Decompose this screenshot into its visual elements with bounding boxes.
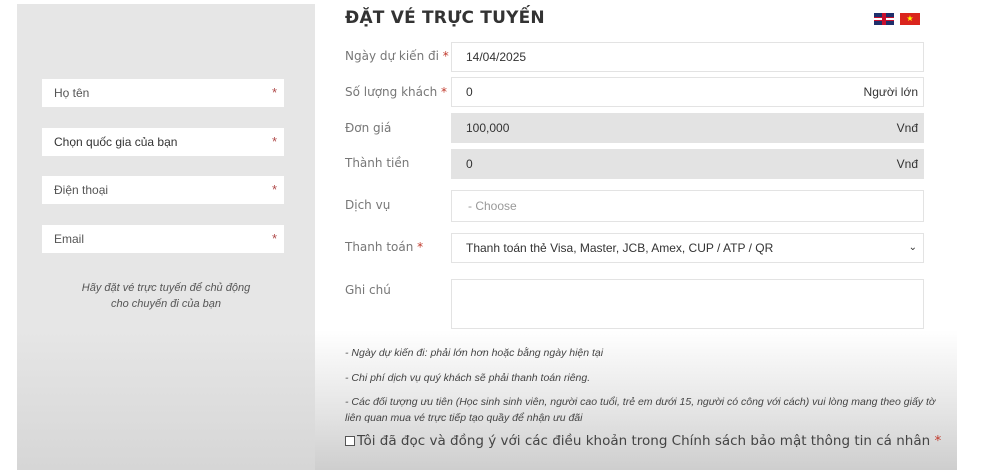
placeholder: Họ tên <box>54 86 90 100</box>
service-label: Dịch vụ <box>345 198 391 212</box>
value: 0 <box>466 85 473 99</box>
required-mark: * <box>417 240 424 254</box>
vietnam-flag-icon[interactable]: ★ <box>900 13 920 25</box>
english-flag-icon[interactable] <box>874 13 894 25</box>
placeholder: Email <box>54 232 85 246</box>
agree-checkbox[interactable] <box>345 436 355 446</box>
phone-input[interactable]: Điện thoại * <box>42 176 284 204</box>
selected-value: Thanh toán thẻ Visa, Master, JCB, Amex, … <box>466 241 774 255</box>
required-mark: * <box>271 85 277 100</box>
left-note: Hãy đặt vé trực tuyến để chủ động cho chu… <box>17 280 315 312</box>
label-text: Số lượng khách <box>345 85 438 99</box>
value: 100,000 <box>466 121 510 135</box>
service-select[interactable]: - Choose <box>451 190 924 222</box>
country-select[interactable]: Chọn quốc gia của bạn * <box>42 128 284 156</box>
placeholder: Điện thoại <box>54 183 109 197</box>
page-title: ĐẶT VÉ TRỰC TUYẾN <box>345 8 545 28</box>
value: 0 <box>466 157 473 171</box>
email-input[interactable]: Email * <box>42 225 284 253</box>
unit-price-label: Đơn giá <box>345 121 392 135</box>
unit: Vnđ <box>896 121 918 135</box>
required-mark: * <box>442 49 449 63</box>
unit: Vnđ <box>896 157 918 171</box>
note-item: - Ngày dự kiến đi: phải lớn hơn hoặc bằn… <box>345 347 604 359</box>
payment-label: Thanh toán * <box>345 240 423 254</box>
placeholder: - Choose <box>468 199 517 213</box>
name-input[interactable]: Họ tên * <box>42 79 284 107</box>
payment-select[interactable]: Thanh toán thẻ Visa, Master, JCB, Amex, … <box>451 233 924 263</box>
total-field: 0 Vnđ <box>451 149 924 179</box>
note-item: - Chi phí dịch vụ quý khách sẽ phải than… <box>345 372 591 384</box>
value: 14/04/2025 <box>466 50 527 64</box>
date-label: Ngày dự kiến đi * <box>345 49 449 63</box>
required-mark: * <box>271 182 277 197</box>
date-input[interactable]: 14/04/2025 <box>451 42 924 72</box>
required-mark: * <box>934 433 942 449</box>
contact-panel: Họ tên * Chọn quốc gia của bạn * Điện thoạ… <box>17 4 315 470</box>
chevron-down-icon: ⌄ <box>908 242 917 253</box>
note-label: Ghi chú <box>345 283 391 297</box>
label-text: Thanh toán <box>345 240 414 254</box>
unit-price-field: 100,000 Vnđ <box>451 113 924 143</box>
label-text: Ngày dự kiến đi <box>345 49 439 63</box>
agree-text: Tôi đã đọc và đồng ý với các điều khoản … <box>357 433 931 449</box>
note-line: Hãy đặt vé trực tuyến để chủ động <box>81 282 251 294</box>
required-mark: * <box>271 231 277 246</box>
guests-input[interactable]: 0 Người lớn <box>451 77 924 107</box>
total-label: Thành tiền <box>345 156 410 170</box>
guests-label: Số lượng khách * <box>345 85 447 99</box>
note-textarea[interactable] <box>451 279 924 329</box>
required-mark: * <box>441 85 448 99</box>
selected-value: Chọn quốc gia của bạn <box>54 135 178 149</box>
unit: Người lớn <box>863 85 918 99</box>
privacy-agreement[interactable]: Tôi đã đọc và đồng ý với các điều khoản … <box>345 433 941 449</box>
note-item: - Các đối tượng ưu tiên (Học sinh sinh v… <box>345 396 936 424</box>
required-mark: * <box>271 134 277 149</box>
note-line: cho chuyến đi của bạn <box>110 298 222 310</box>
